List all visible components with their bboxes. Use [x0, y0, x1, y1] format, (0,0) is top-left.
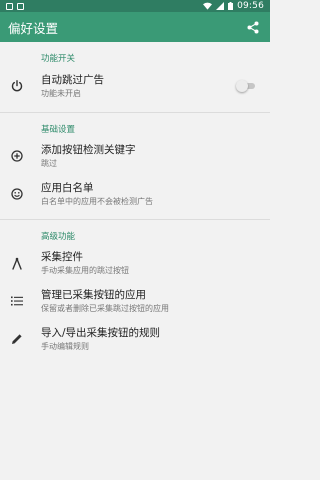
download-icon: [17, 2, 24, 10]
status-bar: 09:56: [0, 0, 270, 12]
item-texts: 导入/导出采集按钮的规则 手动编辑规则: [41, 327, 256, 352]
item-texts: 管理已采集按钮的应用 保留或者删除已采集跳过按钮的应用: [41, 289, 256, 314]
battery-icon: [228, 2, 234, 10]
notification-icon: [6, 2, 13, 10]
item-subtitle: 白名单中的应用不会被检测广告: [41, 196, 153, 206]
power-icon: [8, 77, 26, 95]
import-export-rules-item[interactable]: 导入/导出采集按钮的规则 手动编辑规则: [0, 320, 270, 358]
item-title: 添加按钮检测关键字: [41, 143, 136, 156]
item-title: 自动跳过广告: [41, 73, 104, 86]
item-title: 管理已采集按钮的应用: [41, 288, 146, 301]
edit-icon: [8, 330, 26, 348]
compass-icon: [8, 254, 26, 272]
item-subtitle: 跳过: [41, 158, 57, 168]
manage-collected-apps-item[interactable]: 管理已采集按钮的应用 保留或者删除已采集跳过按钮的应用: [0, 282, 270, 320]
item-texts: 自动跳过广告 功能未开启: [41, 74, 228, 99]
add-keyword-item[interactable]: 添加按钮检测关键字 跳过: [0, 137, 270, 175]
status-right: 09:56: [203, 1, 264, 11]
item-texts: 采集控件 手动采集应用的跳过按钮: [41, 251, 256, 276]
item-title: 采集控件: [41, 250, 83, 263]
toggle-thumb: [236, 80, 248, 92]
item-texts: 添加按钮检测关键字 跳过: [41, 144, 256, 169]
list-icon: [8, 292, 26, 310]
app-whitelist-item[interactable]: 应用白名单 白名单中的应用不会被检测广告: [0, 175, 270, 213]
wifi-icon: [203, 2, 213, 10]
item-texts: 应用白名单 白名单中的应用不会被检测广告: [41, 182, 256, 207]
collect-controls-item[interactable]: 采集控件 手动采集应用的跳过按钮: [0, 244, 270, 282]
section-header-feature-switch: 功能开关: [41, 54, 76, 64]
auto-skip-toggle[interactable]: [236, 80, 256, 92]
signal-icon: [216, 2, 225, 10]
item-subtitle: 手动编辑规则: [41, 341, 89, 351]
clock: 09:56: [237, 1, 264, 11]
item-subtitle: 功能未开启: [41, 88, 81, 98]
section-header-basic-settings: 基础设置: [41, 125, 76, 135]
auto-skip-ads-item[interactable]: 自动跳过广告 功能未开启: [0, 66, 270, 106]
item-title: 导入/导出采集按钮的规则: [41, 326, 161, 339]
status-left: [6, 2, 24, 10]
section-header-advanced: 高级功能: [41, 232, 76, 242]
share-button[interactable]: [244, 18, 262, 36]
share-icon: [247, 21, 259, 33]
item-subtitle: 保留或者删除已采集跳过按钮的应用: [41, 303, 169, 313]
item-subtitle: 手动采集应用的跳过按钮: [41, 265, 129, 275]
app-bar: 偏好设置: [0, 12, 270, 42]
item-title: 应用白名单: [41, 181, 94, 194]
smiley-icon: [8, 185, 26, 203]
page-title: 偏好设置: [8, 20, 59, 36]
add-circle-icon: [8, 147, 26, 165]
